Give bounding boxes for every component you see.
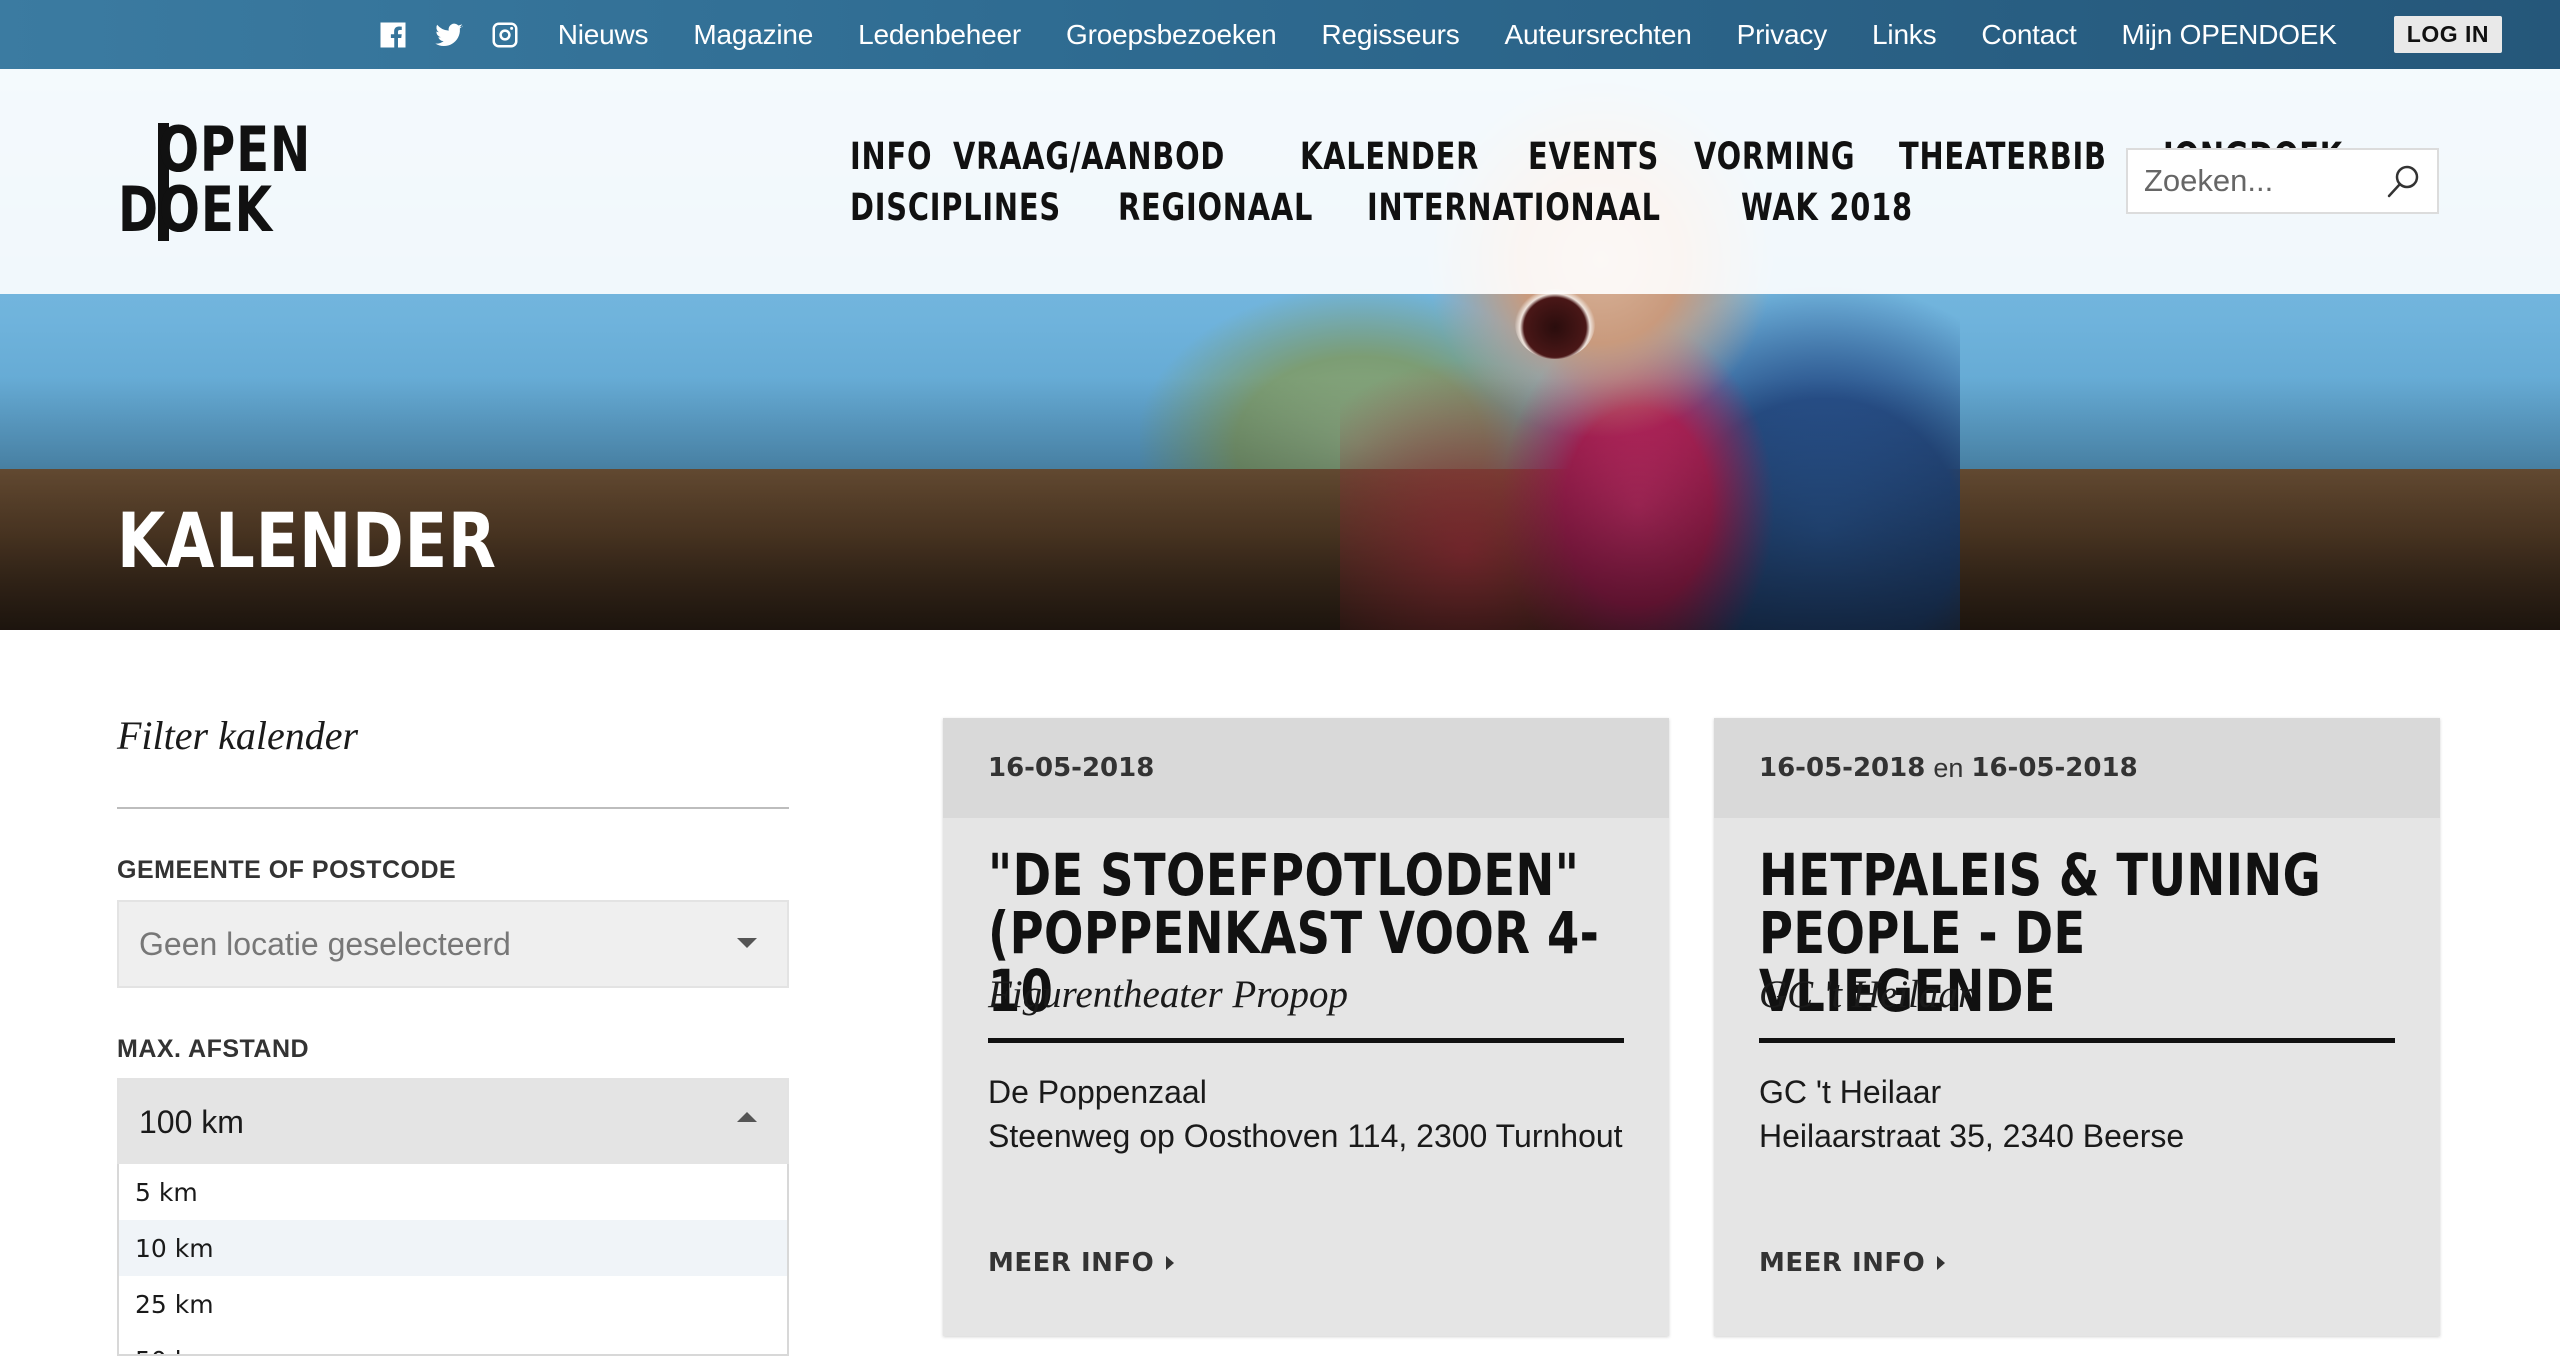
location-select-value: Geen locatie geselecteerd: [139, 925, 511, 962]
logo-line-2: DOEK: [118, 173, 273, 246]
event-organizer: GC 't Heilaar: [1759, 973, 1974, 1016]
event-title-line-1: "DE STOEFPOTLODEN": [988, 841, 1580, 909]
link-ledenbeheer[interactable]: Ledenbeheer: [858, 19, 1021, 51]
chevron-up-icon: [737, 1112, 757, 1122]
utility-bar: Nieuws Magazine Ledenbeheer Groepsbezoek…: [0, 0, 2560, 69]
distance-select[interactable]: 100 km: [117, 1078, 789, 1166]
event-venue: De Poppenzaal Steenweg op Oosthoven 114,…: [988, 1070, 1623, 1158]
location-select[interactable]: Geen locatie geselecteerd: [117, 900, 789, 988]
search-box: [2126, 148, 2439, 214]
link-privacy[interactable]: Privacy: [1737, 19, 1828, 51]
search-icon[interactable]: [2383, 162, 2423, 202]
page-title: KALENDER: [117, 496, 497, 585]
distance-label: MAX. AFSTAND: [117, 1035, 310, 1063]
nav-item-info[interactable]: INFO: [850, 135, 932, 178]
event-date-start: 16-05-2018: [1759, 753, 1926, 783]
site-logo[interactable]: OPEN DOEK: [118, 117, 310, 246]
distance-option-5[interactable]: 5 km: [119, 1164, 787, 1220]
event-address: Heilaarstraat 35, 2340 Beerse: [1759, 1118, 2185, 1154]
nav-item-disciplines[interactable]: DISCIPLINES: [850, 186, 1061, 229]
event-date-connector: en: [1933, 752, 1964, 783]
distance-dropdown: 5 km 10 km 25 km 50 km: [117, 1164, 789, 1356]
more-info-label: MEER INFO: [988, 1248, 1155, 1278]
nav-item-vorming[interactable]: VORMING: [1694, 135, 1855, 178]
link-groepsbezoeken[interactable]: Groepsbezoeken: [1066, 19, 1277, 51]
link-magazine[interactable]: Magazine: [693, 19, 813, 51]
distance-option-50[interactable]: 50 km: [119, 1332, 787, 1355]
event-card[interactable]: 16-05-2018 en 16-05-2018 HETPALEIS & TUN…: [1714, 718, 2440, 1336]
event-date-end: 16-05-2018: [1971, 753, 2138, 783]
chevron-down-icon: [737, 938, 757, 948]
event-address: Steenweg op Oosthoven 114, 2300 Turnhout: [988, 1118, 1623, 1154]
nav-item-theaterbib[interactable]: THEATERBIB: [1899, 135, 2107, 178]
main-nav-row-2: DISCIPLINES REGIONAAL INTERNATIONAAL WAK…: [850, 186, 2050, 229]
event-venue-name: GC 't Heilaar: [1759, 1074, 1942, 1110]
link-auteursrechten[interactable]: Auteursrechten: [1505, 19, 1692, 51]
logo-line-1: OPEN: [158, 113, 312, 186]
event-date: 16-05-2018: [943, 718, 1669, 818]
twitter-icon[interactable]: [434, 20, 464, 50]
facebook-icon[interactable]: [378, 20, 408, 50]
link-regisseurs[interactable]: Regisseurs: [1321, 19, 1459, 51]
utility-links: Nieuws Magazine Ledenbeheer Groepsbezoek…: [558, 19, 2337, 51]
nav-item-events[interactable]: EVENTS: [1528, 135, 1659, 178]
event-venue-name: De Poppenzaal: [988, 1074, 1207, 1110]
event-date-start: 16-05-2018: [988, 753, 1155, 783]
nav-item-regionaal[interactable]: REGIONAAL: [1118, 186, 1313, 229]
event-card[interactable]: 16-05-2018 "DE STOEFPOTLODEN" (POPPENKAS…: [943, 718, 1669, 1336]
site-header: OPEN DOEK INFO VRAAG/AANBOD KALENDER EVE…: [0, 69, 2560, 294]
nav-item-vraag-aanbod[interactable]: VRAAG/AANBOD: [953, 135, 1225, 178]
more-info-link[interactable]: MEER INFO: [988, 1248, 1175, 1278]
instagram-icon[interactable]: [490, 20, 520, 50]
event-organizer: Figurentheater Propop: [988, 973, 1348, 1016]
event-title-line-1: HETPALEIS & TUNING: [1759, 841, 2322, 909]
event-date: 16-05-2018 en 16-05-2018: [1714, 718, 2440, 818]
link-nieuws[interactable]: Nieuws: [558, 19, 649, 51]
login-button[interactable]: LOG IN: [2393, 16, 2502, 53]
caret-right-icon: [1166, 1256, 1175, 1270]
nav-item-wak-2018[interactable]: WAK 2018: [1741, 186, 1913, 229]
more-info-link[interactable]: MEER INFO: [1759, 1248, 1946, 1278]
link-links[interactable]: Links: [1872, 19, 1937, 51]
nav-item-kalender[interactable]: KALENDER: [1300, 135, 1479, 178]
nav-item-internationaal[interactable]: INTERNATIONAAL: [1367, 186, 1661, 229]
distance-option-25[interactable]: 25 km: [119, 1276, 787, 1332]
search-input[interactable]: [2128, 151, 2368, 211]
link-contact[interactable]: Contact: [1981, 19, 2076, 51]
main-nav: INFO VRAAG/AANBOD KALENDER EVENTS VORMIN…: [850, 135, 2342, 237]
more-info-label: MEER INFO: [1759, 1248, 1926, 1278]
distance-option-10[interactable]: 10 km: [119, 1220, 787, 1276]
event-divider: [1759, 1038, 2395, 1043]
caret-right-icon: [1937, 1256, 1946, 1270]
social-links: [378, 20, 520, 50]
filter-divider: [117, 807, 789, 809]
location-label: GEMEENTE OF POSTCODE: [117, 856, 457, 884]
main-nav-row-1: INFO VRAAG/AANBOD KALENDER EVENTS VORMIN…: [850, 135, 2342, 178]
link-mijn-opendoek[interactable]: Mijn OPENDOEK: [2122, 19, 2337, 51]
filter-title: Filter kalender: [117, 713, 359, 758]
event-divider: [988, 1038, 1624, 1043]
distance-select-value: 100 km: [139, 1103, 244, 1140]
event-venue: GC 't Heilaar Heilaarstraat 35, 2340 Bee…: [1759, 1070, 2184, 1158]
